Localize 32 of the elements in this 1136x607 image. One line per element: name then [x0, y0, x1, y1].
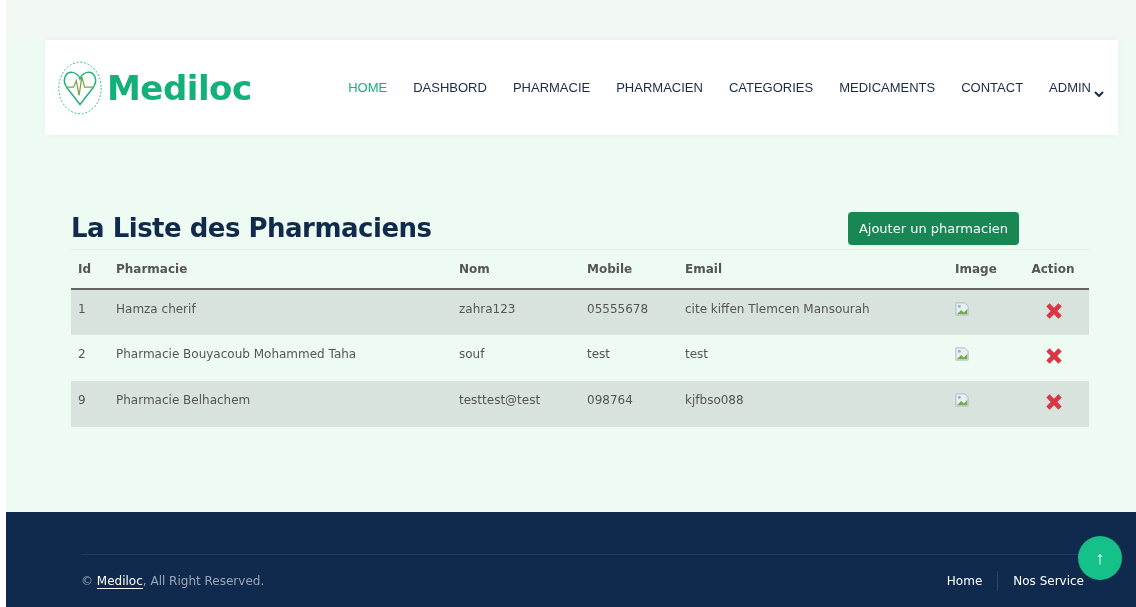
copyright-symbol: © [81, 574, 93, 588]
broken-image-icon [955, 347, 969, 361]
table-cell: test [678, 335, 948, 381]
table-cell: kjfbso088 [678, 381, 948, 427]
nav-link[interactable]: DASHBORD [400, 80, 500, 95]
table-cell: souf [452, 335, 580, 381]
table-cell: 1 [71, 289, 109, 335]
copyright-text: , All Right Reserved. [142, 574, 265, 588]
table-cell: 098764 [580, 381, 678, 427]
page-title: La Liste des Pharmaciens [71, 213, 432, 243]
add-pharmacist-button[interactable]: Ajouter un pharmacien [847, 211, 1019, 245]
table-cell: test [580, 335, 678, 381]
table-cell: Pharmacie Bouyacoub Mohammed Taha [109, 335, 452, 381]
table-cell: Pharmacie Belhachem [109, 381, 452, 427]
table-cell: testtest@test [452, 381, 580, 427]
nav-link[interactable]: MEDICAMENTS [826, 80, 949, 95]
heart-pulse-logo-icon [57, 59, 103, 116]
table-cell: 9 [71, 381, 109, 427]
table-cell: zahra123 [452, 289, 580, 335]
broken-image-icon [955, 302, 969, 316]
table-cell: 2 [71, 335, 109, 381]
copyright-link[interactable]: Mediloc [96, 574, 143, 589]
nav-link[interactable]: PHARMACIEN [603, 80, 716, 95]
nav-link[interactable]: ADMIN [1036, 80, 1106, 95]
nav-link[interactable]: PHARMACIE [499, 80, 604, 95]
nav-link[interactable]: CONTACT [948, 80, 1037, 95]
table-cell: Hamza cherif [109, 289, 452, 335]
table-cell: cite kiffen Tlemcen Mansourah [678, 289, 948, 335]
nav-link[interactable]: CATEGORIES [715, 80, 827, 95]
footer-link[interactable]: Home [946, 574, 983, 588]
table-cell: 05555678 [580, 289, 678, 335]
broken-image-icon [955, 393, 969, 407]
